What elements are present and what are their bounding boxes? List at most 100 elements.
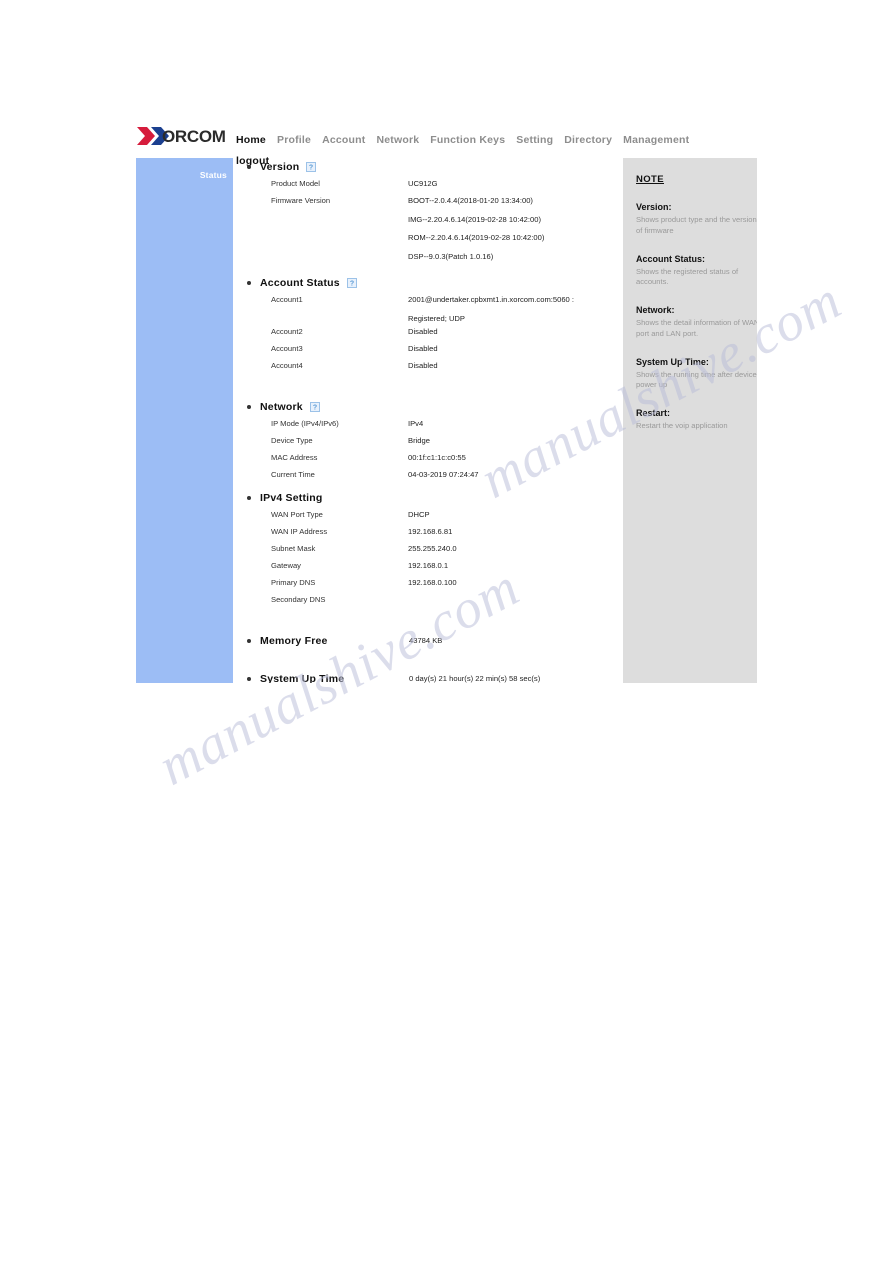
account1-uri: 2001@undertaker.cpbxmt1.in.xorcom.com:50… bbox=[408, 295, 574, 304]
help-question-icon[interactable]: ? bbox=[309, 402, 320, 412]
note-block-network: Network: Shows the detail information of… bbox=[636, 305, 757, 340]
bullet-icon bbox=[247, 405, 251, 409]
row-secondary-dns: Secondary DNS bbox=[246, 595, 621, 612]
note-panel-title: NOTE bbox=[636, 174, 664, 185]
section-memory-free-title: Memory Free bbox=[260, 635, 328, 647]
row-subnet-mask: Subnet Mask 255.255.240.0 bbox=[246, 544, 621, 561]
note-text: Shows the running time after device powe… bbox=[636, 369, 757, 390]
firmware-line-rom: ROM--2.20.4.6.14(2019-02-28 10:42:00) bbox=[408, 233, 545, 242]
row-label: Firmware Version bbox=[271, 196, 331, 205]
note-block-account-status: Account Status: Shows the registered sta… bbox=[636, 254, 747, 289]
nav-item-profile[interactable]: Profile bbox=[277, 134, 311, 146]
nav-item-directory[interactable]: Directory bbox=[564, 134, 612, 146]
section-network: Network ? IP Mode (IPv4/IPv6) IPv4 Devic… bbox=[246, 398, 621, 487]
note-heading: Account Status: bbox=[636, 253, 706, 264]
row-device-type: Device Type Bridge bbox=[246, 436, 621, 453]
firmware-line-boot: BOOT--2.0.4.4(2018-01-20 13:34:00) bbox=[408, 196, 533, 205]
svg-text:?: ? bbox=[309, 165, 313, 172]
row-value: 192.168.0.1 bbox=[408, 561, 449, 570]
row-value: BOOT--2.0.4.4(2018-01-20 13:34:00) IMG--… bbox=[408, 196, 544, 270]
row-value: DHCP bbox=[408, 510, 430, 519]
nav-item-account[interactable]: Account bbox=[322, 134, 365, 146]
row-firmware-version: Firmware Version BOOT--2.0.4.4(2018-01-2… bbox=[246, 196, 621, 262]
memory-free-value: 43784 KB bbox=[409, 636, 443, 645]
row-value: 192.168.0.100 bbox=[408, 578, 457, 587]
row-label: Subnet Mask bbox=[271, 544, 316, 553]
section-system-up-time: System Up Time 0 day(s) 21 hour(s) 22 mi… bbox=[246, 670, 621, 683]
note-block-restart: Restart: Restart the voip application bbox=[636, 408, 747, 432]
note-block-version: Version: Shows product type and the vers… bbox=[636, 202, 757, 237]
svg-text:?: ? bbox=[313, 405, 317, 412]
row-value: 04-03-2019 07:24:47 bbox=[408, 470, 479, 479]
row-label: WAN Port Type bbox=[271, 510, 323, 519]
note-panel: NOTE Version: Shows product type and the… bbox=[623, 158, 757, 683]
section-ipv4-setting-header: IPv4 Setting bbox=[247, 489, 621, 507]
row-label: Account4 bbox=[271, 361, 303, 370]
row-value: Disabled bbox=[408, 344, 438, 353]
note-block-system-up-time: System Up Time: Shows the running time a… bbox=[636, 356, 757, 392]
note-text: Shows the detail information of WAN port… bbox=[636, 318, 757, 338]
row-value: 192.168.6.81 bbox=[408, 527, 453, 536]
row-primary-dns: Primary DNS 192.168.0.100 bbox=[246, 578, 621, 595]
note-text: Shows product type and the version of fi… bbox=[636, 215, 757, 235]
note-heading: Network: bbox=[636, 305, 675, 316]
row-value: IPv4 bbox=[408, 419, 424, 428]
section-ipv4-setting: IPv4 Setting WAN Port Type DHCP WAN IP A… bbox=[246, 489, 621, 612]
sidebar: Status bbox=[136, 158, 233, 683]
row-product-model: Product Model UC912G bbox=[246, 179, 621, 196]
row-mac-address: MAC Address 00:1f:c1:1c:c0:55 bbox=[246, 453, 621, 470]
bullet-icon bbox=[247, 639, 251, 643]
section-ipv4-setting-rows: WAN Port Type DHCP WAN IP Address 192.16… bbox=[246, 510, 621, 612]
row-account3: Account3 Disabled bbox=[246, 344, 621, 361]
nav-item-network[interactable]: Network bbox=[376, 134, 419, 146]
row-account2: Account2 Disabled bbox=[246, 327, 621, 344]
section-network-title: Network bbox=[260, 401, 303, 413]
account1-state: Registered; UDP bbox=[408, 313, 465, 323]
sidebar-item-status[interactable]: Status bbox=[200, 170, 227, 180]
help-question-icon[interactable]: ? bbox=[306, 162, 317, 172]
bullet-icon bbox=[247, 496, 251, 500]
nav-item-setting[interactable]: Setting bbox=[516, 134, 553, 146]
device-web-ui-page: ORCOM Home Profile Account Network Function … bbox=[136, 120, 757, 683]
page-content: Status Version ? Product Model UC912G Fi… bbox=[136, 158, 757, 683]
nav-item-function-keys[interactable]: Function Keys bbox=[430, 134, 505, 146]
row-label: Secondary DNS bbox=[271, 595, 326, 604]
section-ipv4-setting-title: IPv4 Setting bbox=[260, 492, 323, 504]
section-network-header: Network ? bbox=[247, 398, 621, 416]
row-label: Account3 bbox=[271, 344, 303, 353]
section-version: Version ? Product Model UC912G Firmware … bbox=[246, 158, 621, 262]
section-memory-free: Memory Free 43784 KB bbox=[246, 632, 621, 650]
svg-text:?: ? bbox=[350, 281, 354, 288]
section-account-status-header: Account Status ? bbox=[247, 274, 621, 292]
row-account4: Account4 Disabled bbox=[246, 361, 621, 378]
row-label: Product Model bbox=[271, 179, 320, 188]
row-value: Disabled bbox=[408, 327, 438, 336]
row-label: WAN IP Address bbox=[271, 527, 328, 536]
nav-item-home[interactable]: Home bbox=[236, 134, 266, 146]
bullet-icon bbox=[247, 677, 251, 681]
row-value: UC912G bbox=[408, 179, 438, 188]
note-heading: Restart: bbox=[636, 408, 671, 419]
row-label: MAC Address bbox=[271, 453, 318, 462]
help-question-icon[interactable]: ? bbox=[346, 278, 357, 288]
note-heading: System Up Time: bbox=[636, 356, 709, 367]
row-label: Current Time bbox=[271, 470, 315, 479]
row-wan-ip-address: WAN IP Address 192.168.6.81 bbox=[246, 527, 621, 544]
note-text: Restart the voip application bbox=[636, 421, 728, 431]
nav-item-management[interactable]: Management bbox=[623, 134, 689, 146]
note-text: Shows the registered status of accounts. bbox=[636, 266, 739, 287]
row-current-time: Current Time 04-03-2019 07:24:47 bbox=[246, 470, 621, 487]
svg-text:ORCOM: ORCOM bbox=[162, 127, 226, 146]
section-version-title: Version bbox=[260, 161, 300, 173]
section-system-up-time-header: System Up Time 0 day(s) 21 hour(s) 22 mi… bbox=[247, 670, 621, 683]
row-label: Account1 bbox=[271, 295, 303, 304]
section-account-status: Account Status ? Account1 2001@undertake… bbox=[246, 274, 621, 378]
section-version-rows: Product Model UC912G Firmware Version BO… bbox=[246, 179, 621, 262]
row-ip-mode: IP Mode (IPv4/IPv6) IPv4 bbox=[246, 419, 621, 436]
section-system-up-time-title: System Up Time bbox=[260, 673, 345, 683]
main-column: Version ? Product Model UC912G Firmware … bbox=[246, 158, 621, 683]
row-label: IP Mode (IPv4/IPv6) bbox=[271, 419, 339, 428]
